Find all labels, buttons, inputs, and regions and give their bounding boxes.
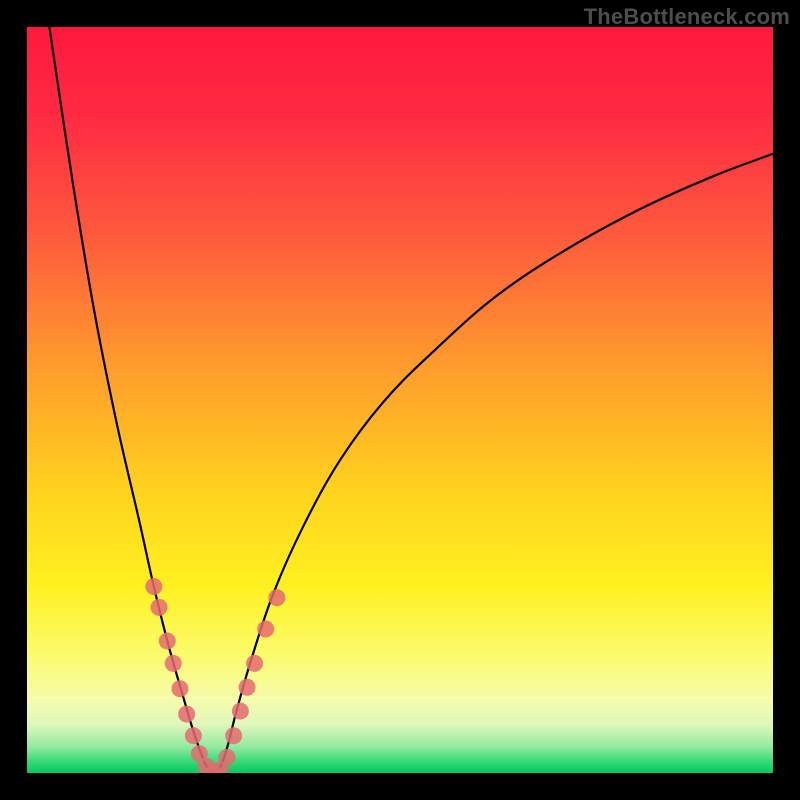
outer-frame: TheBottleneck.com xyxy=(0,0,800,800)
chart-svg xyxy=(27,27,773,773)
marker-dot xyxy=(171,680,188,697)
bottleneck-curve xyxy=(49,27,773,773)
marker-dot xyxy=(165,655,182,672)
sample-markers xyxy=(145,578,285,773)
marker-dot xyxy=(239,679,256,696)
marker-dot xyxy=(268,589,285,606)
marker-dot xyxy=(218,749,235,766)
marker-dot xyxy=(178,706,195,723)
marker-dot xyxy=(257,621,274,638)
plot-area xyxy=(27,27,773,773)
watermark-text: TheBottleneck.com xyxy=(584,4,790,30)
marker-dot xyxy=(246,655,263,672)
marker-dot xyxy=(185,727,202,744)
marker-dot xyxy=(232,703,249,720)
marker-dot xyxy=(151,599,168,616)
marker-dot xyxy=(225,727,242,744)
marker-dot xyxy=(145,578,162,595)
marker-dot xyxy=(159,632,176,649)
